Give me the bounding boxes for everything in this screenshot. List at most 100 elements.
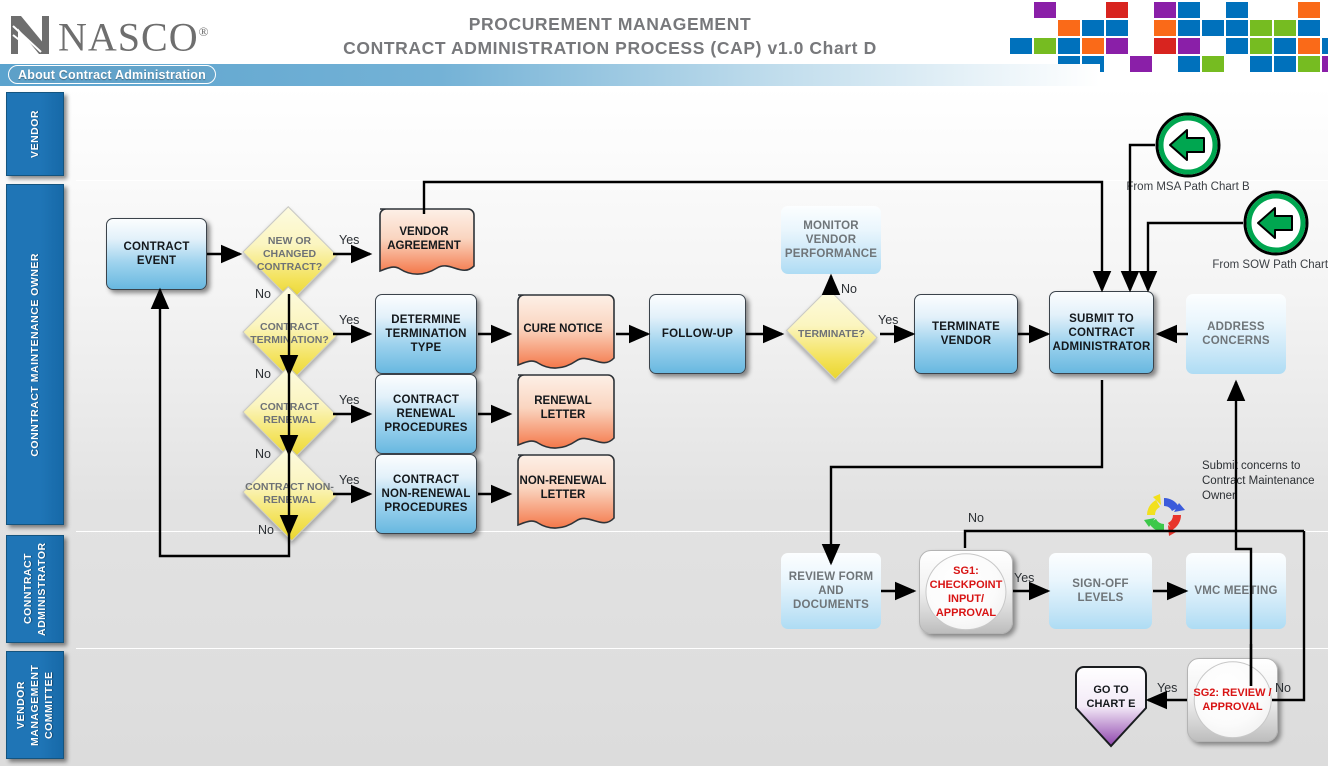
node-review-form-and-documents[interactable]: REVIEW FORM AND DOCUMENTS — [781, 553, 881, 629]
offpage-connector-from-sow[interactable] — [1243, 190, 1309, 256]
edge-label-yes-sg1: Yes — [1014, 571, 1035, 585]
color-grid-cell — [1034, 2, 1056, 18]
color-grid-cell — [1106, 20, 1128, 36]
node-label: CURE NOTICE — [523, 323, 603, 335]
page-title: PROCUREMENT MANAGEMENT CONTRACT ADMINIST… — [300, 12, 920, 60]
logo-text: NASCO — [58, 14, 199, 60]
color-grid-cell — [1298, 2, 1320, 18]
color-grid-cell — [1178, 20, 1200, 36]
node-address-concerns[interactable]: ADDRESS CONCERNS — [1186, 294, 1286, 374]
edge-label-yes-renewal: Yes — [339, 393, 360, 407]
node-vmc-meeting[interactable]: VMC MEETING — [1186, 553, 1286, 629]
edge-label-yes-termination: Yes — [339, 313, 360, 327]
lane-label-ca: CONNTRACT ADMINISTRATOR — [22, 542, 48, 636]
node-determine-termination-type[interactable]: DETERMINE TERMINATION TYPE — [375, 294, 477, 374]
edge-label-yes-new-changed: Yes — [339, 233, 360, 247]
node-label: CONTRACT NON-RENEWAL — [245, 481, 334, 506]
node-terminate-vendor[interactable]: TERMINATE VENDOR — [914, 294, 1018, 374]
sidebar-item-contract-maintenance-owner[interactable]: CONNTRACT MAINTENANCE OWNER — [6, 184, 64, 525]
lane-divider-3 — [76, 648, 1328, 649]
about-contract-administration-button[interactable]: About Contract Administration — [8, 65, 216, 84]
node-contract-non-renewal[interactable]: CONTRACT NON-RENEWAL — [240, 446, 339, 542]
note-submit-concerns: Submit concerns to Contract Maintenance … — [1202, 460, 1315, 502]
color-grid-cell — [1178, 38, 1200, 54]
node-label: NON-RENEWAL LETTER — [519, 475, 607, 501]
nasco-wordmark: NASCO® — [58, 10, 209, 59]
color-grid-cell — [1082, 20, 1104, 36]
offpage-label-from-sow: From SOW Path Chart C — [1193, 258, 1328, 272]
node-label: FOLLOW-UP — [661, 328, 734, 340]
node-contract-renewal-procedures[interactable]: CONTRACT RENEWAL PROCEDURES — [375, 374, 477, 454]
process-cycle-icon — [1141, 492, 1187, 543]
nasco-logo: NASCO® — [8, 10, 209, 59]
left-arrow-circle-icon — [1243, 190, 1309, 256]
node-sg1-checkpoint[interactable]: SG1: CHECKPOINT INPUT/ APPROVAL — [919, 550, 1013, 634]
sidebar-item-contract-administrator[interactable]: CONNTRACT ADMINISTRATOR — [6, 535, 64, 643]
sidebar-item-vendor-management-committee[interactable]: VENDOR MANAGEMENT COMMITTEE — [6, 651, 64, 759]
node-label: TERMINATE? — [798, 327, 865, 340]
offpage-caption-text: From MSA Path Chart B — [1126, 181, 1250, 193]
title-line-1: PROCUREMENT MANAGEMENT — [468, 14, 752, 34]
edge-label-yes-non-renewal: Yes — [339, 473, 360, 487]
node-sign-off-levels[interactable]: SIGN-OFF LEVELS — [1049, 553, 1152, 629]
offpage-caption-text: From SOW Path Chart C — [1212, 259, 1328, 271]
lane-label-cmo: CONNTRACT MAINTENANCE OWNER — [28, 252, 41, 457]
color-grid-cell — [1202, 20, 1224, 36]
color-grid-cell — [1202, 56, 1224, 72]
node-label: NEW OR CHANGED CONTRACT? — [256, 234, 323, 273]
edge-label-no-renewal: No — [255, 447, 271, 461]
edge-label-no-termination: No — [255, 367, 271, 381]
node-label: CONTRACT NON-RENEWAL PROCEDURES — [381, 474, 471, 514]
node-contract-non-renewal-procedures[interactable]: CONTRACT NON-RENEWAL PROCEDURES — [375, 454, 477, 534]
node-cure-notice[interactable]: CURE NOTICE — [511, 294, 615, 374]
node-label: SG2: REVIEW / APPROVAL — [1193, 687, 1272, 713]
left-arrow-circle-icon — [1155, 112, 1221, 178]
color-grid-cell — [1130, 56, 1152, 72]
node-label: TERMINATE VENDOR — [931, 321, 1001, 347]
offpage-connector-from-msa[interactable] — [1155, 112, 1221, 178]
node-monitor-vendor-performance[interactable]: MONITOR VENDOR PERFORMANCE — [781, 206, 881, 274]
lane-label-vendor: VENDOR — [28, 110, 41, 158]
node-label: SIGN-OFF LEVELS — [1072, 578, 1129, 604]
node-submit-to-contract-administrator[interactable]: SUBMIT TO CONTRACT ADMINISTRATOR — [1049, 291, 1154, 374]
color-grid-cell — [1178, 2, 1200, 18]
color-grid-cell — [1034, 38, 1056, 54]
color-grid-cell — [1322, 38, 1328, 54]
color-grid-cell — [1058, 20, 1080, 36]
color-grid-cell — [1274, 20, 1296, 36]
color-grid-cell — [1274, 38, 1296, 54]
edge-label-yes-sg2: Yes — [1157, 681, 1178, 695]
color-grid-cell — [1058, 38, 1080, 54]
node-follow-up[interactable]: FOLLOW-UP — [649, 294, 746, 374]
node-label: GO TO CHART E — [1086, 684, 1136, 710]
node-label: REVIEW FORM AND DOCUMENTS — [788, 571, 874, 611]
color-grid-cell — [1250, 56, 1272, 72]
node-terminate-decision[interactable]: TERMINATE? — [782, 288, 881, 380]
node-renewal-letter[interactable]: RENEWAL LETTER — [511, 374, 615, 454]
node-sg2-review-approval[interactable]: SG2: REVIEW / APPROVAL — [1187, 658, 1278, 742]
node-label: CONTRACT TERMINATION? — [250, 321, 329, 346]
color-grid-cell — [1106, 2, 1128, 18]
color-grid-cell — [1154, 20, 1176, 36]
color-grid-cell — [1226, 20, 1248, 36]
edge-label-no-sg1: No — [968, 511, 984, 525]
node-label: DETERMINE TERMINATION TYPE — [385, 314, 467, 354]
sidebar-item-vendor[interactable]: VENDOR — [6, 92, 64, 176]
edge-label-no-sg2: No — [1275, 681, 1291, 695]
node-label: SUBMIT TO CONTRACT ADMINISTRATOR — [1052, 312, 1151, 353]
node-vendor-agreement[interactable]: VENDOR AGREEMENT — [373, 208, 475, 280]
node-label: CONTRACT RENEWAL — [260, 401, 319, 426]
flowchart-canvas: VENDOR CONNTRACT MAINTENANCE OWNER CONNT… — [0, 86, 1328, 766]
color-grid-cell — [1178, 56, 1200, 72]
color-grid-cell — [1250, 38, 1272, 54]
decorative-color-grid — [1010, 0, 1328, 74]
node-non-renewal-letter[interactable]: NON-RENEWAL LETTER — [511, 454, 615, 534]
node-contract-event[interactable]: CONTRACT EVENT — [106, 218, 207, 290]
color-grid-cell — [1322, 56, 1328, 72]
node-label: VMC MEETING — [1194, 585, 1278, 597]
edge-label-no-terminate: No — [841, 282, 857, 296]
node-go-to-chart-e[interactable]: GO TO CHART E — [1075, 666, 1147, 748]
node-label: CONTRACT RENEWAL PROCEDURES — [384, 394, 468, 434]
registered-mark-icon: ® — [198, 24, 210, 39]
color-grid-cell — [1154, 38, 1176, 54]
